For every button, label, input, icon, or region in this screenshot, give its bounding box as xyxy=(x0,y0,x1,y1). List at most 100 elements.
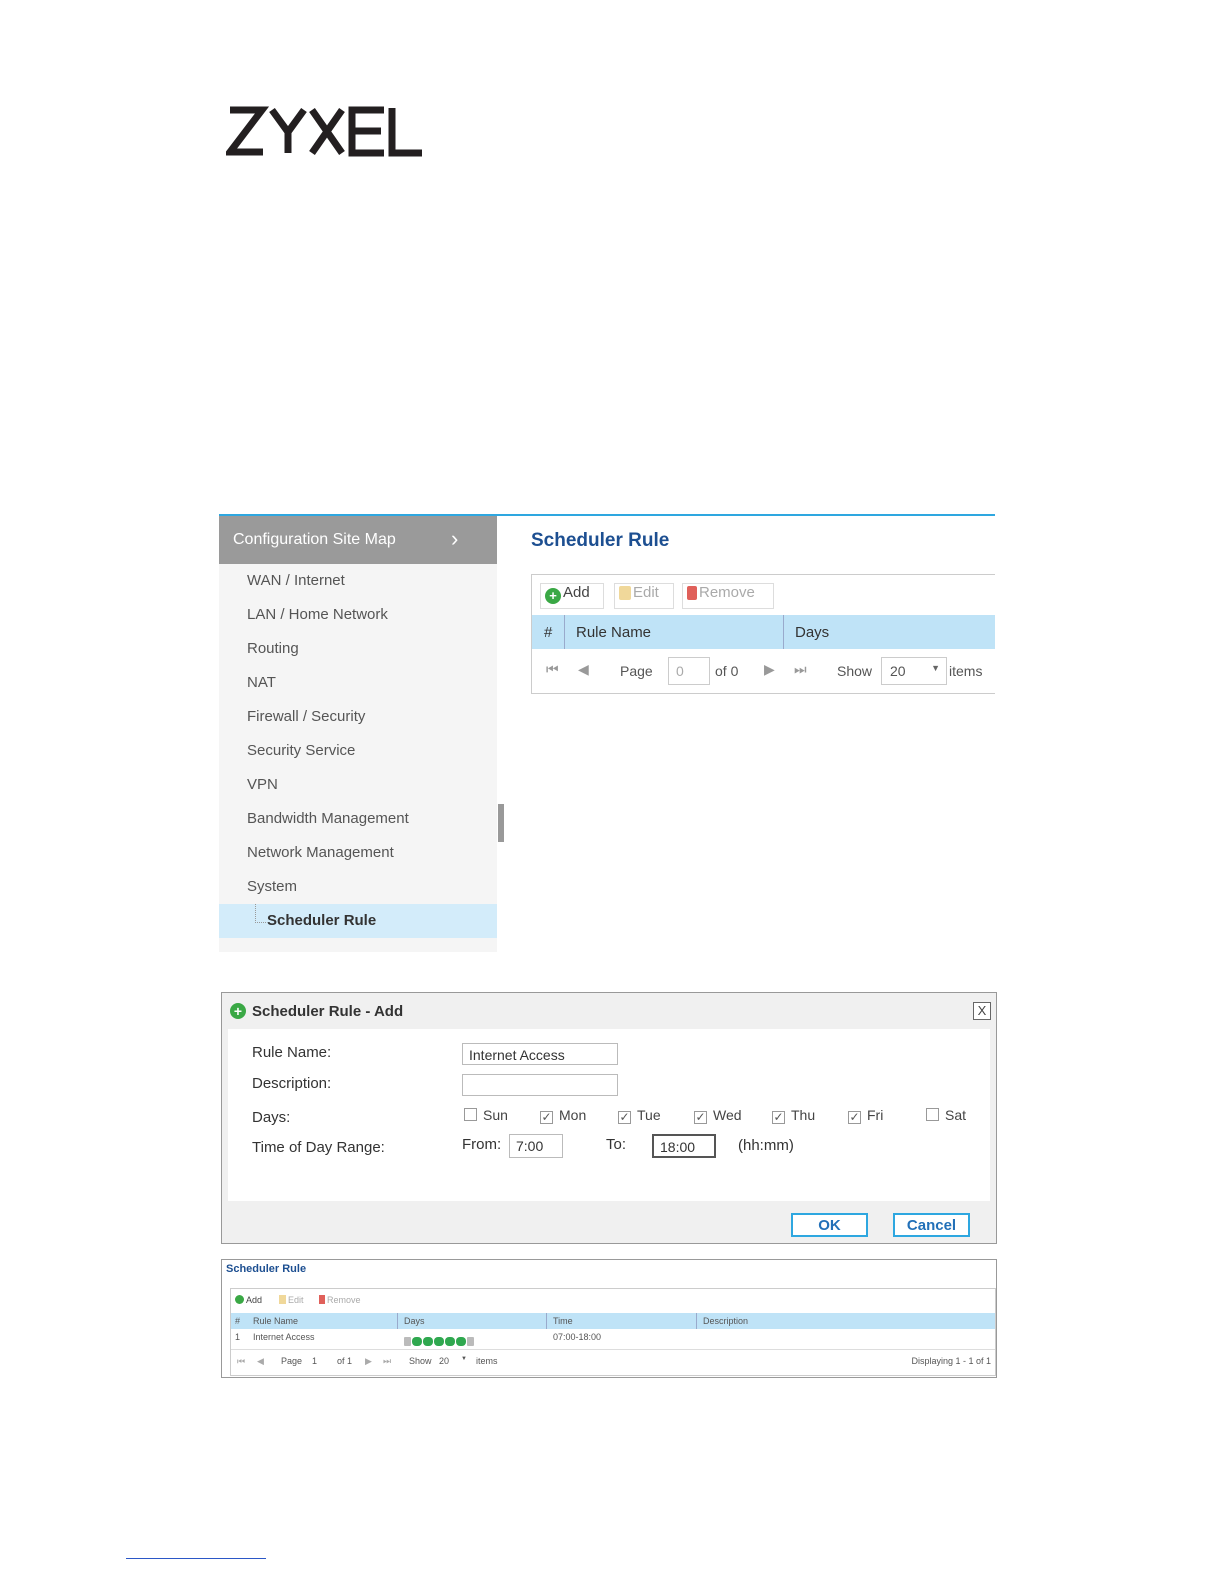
site-map-sidebar: Configuration Site Map › WAN / Internet … xyxy=(219,516,497,952)
day-checkbox-mon[interactable]: ✓ Mon xyxy=(540,1107,586,1124)
close-icon[interactable]: X xyxy=(973,1002,991,1020)
pager: ⏮ ◀ Page 0 of 0 ▶ ⏭ Show 20 ▼ items xyxy=(532,651,995,691)
edit-button[interactable]: Edit xyxy=(279,1295,304,1305)
day-label: Thu xyxy=(791,1107,816,1123)
remove-button[interactable]: Remove xyxy=(319,1295,361,1305)
last-page-icon[interactable]: ⏭ xyxy=(383,1356,391,1367)
edit-button[interactable]: Edit xyxy=(614,583,674,609)
show-label: Show xyxy=(837,663,873,679)
edit-label: Edit xyxy=(288,1295,304,1305)
column-divider xyxy=(564,615,565,649)
day-checkbox-tue[interactable]: ✓ Tue xyxy=(618,1107,661,1124)
first-page-icon[interactable]: ⏮ xyxy=(237,1356,245,1367)
items-label: items xyxy=(476,1356,498,1366)
add-button[interactable]: + Add xyxy=(540,583,604,609)
day-label: Tue xyxy=(637,1107,661,1123)
dialog-title: Scheduler Rule - Add xyxy=(252,1003,404,1020)
checkbox-checked[interactable]: ✓ xyxy=(540,1111,553,1124)
day-pill-mon xyxy=(412,1337,422,1346)
nav-item-nat[interactable]: NAT xyxy=(247,674,276,691)
first-page-icon[interactable]: ⏮ xyxy=(546,661,559,678)
zyxel-logo xyxy=(226,106,422,157)
items-label: items xyxy=(949,663,983,679)
nav-item-system[interactable]: System xyxy=(247,878,297,895)
to-label: To: xyxy=(606,1136,627,1153)
remove-label: Remove xyxy=(699,584,755,601)
nav-item-security-service[interactable]: Security Service xyxy=(247,742,355,759)
to-time-input[interactable]: 18:00 xyxy=(652,1134,716,1158)
day-label: Wed xyxy=(713,1107,742,1123)
result-table: Add Edit Remove # Rule Name Days Time De… xyxy=(230,1288,996,1376)
next-page-icon[interactable]: ▶ xyxy=(365,1356,372,1367)
day-checkbox-thu[interactable]: ✓ Thu xyxy=(772,1107,815,1124)
col-days[interactable]: Days xyxy=(404,1316,425,1326)
checkbox-checked[interactable]: ✓ xyxy=(772,1111,785,1124)
add-label: Add xyxy=(246,1295,263,1305)
col-rule-name[interactable]: Rule Name xyxy=(253,1316,298,1326)
checkbox-checked[interactable]: ✓ xyxy=(618,1111,631,1124)
nav-item-wan[interactable]: WAN / Internet xyxy=(247,572,345,589)
chevron-down-icon: ▼ xyxy=(931,663,940,673)
page-input[interactable]: 0 xyxy=(668,657,710,685)
page-label: Page xyxy=(281,1356,303,1366)
page-size-select[interactable]: 20 ▼ xyxy=(881,657,947,685)
table-header: # Rule Name Days Time Description xyxy=(231,1313,995,1329)
col-description[interactable]: Description xyxy=(703,1316,748,1326)
nav-item-routing[interactable]: Routing xyxy=(247,640,299,657)
prev-page-icon[interactable]: ◀ xyxy=(578,661,589,678)
page-size-select[interactable]: 20 xyxy=(439,1356,449,1366)
last-page-icon[interactable]: ⏭ xyxy=(794,661,807,678)
nav-item-lan[interactable]: LAN / Home Network xyxy=(247,606,388,623)
page-size-value: 20 xyxy=(890,663,906,679)
next-page-icon[interactable]: ▶ xyxy=(764,661,775,678)
link-underline[interactable] xyxy=(126,1558,266,1559)
show-label: Show xyxy=(409,1356,432,1366)
chevron-down-icon[interactable]: ▼ xyxy=(461,1356,467,1362)
page-value: 0 xyxy=(676,663,684,679)
nav-item-vpn[interactable]: VPN xyxy=(247,776,278,793)
description-input[interactable] xyxy=(462,1074,618,1096)
sidebar-collapse-handle[interactable] xyxy=(498,804,504,842)
nav-item-bandwidth[interactable]: Bandwidth Management xyxy=(247,810,409,827)
col-time[interactable]: Time xyxy=(553,1316,573,1326)
chevron-right-icon[interactable]: › xyxy=(451,526,458,552)
add-button[interactable]: Add xyxy=(235,1295,262,1305)
site-map-header[interactable]: Configuration Site Map › xyxy=(219,516,497,564)
col-num: # xyxy=(235,1316,241,1326)
page-count: of 1 xyxy=(337,1356,353,1366)
result-screenshot: Scheduler Rule Add Edit Remove # Rule Na… xyxy=(221,1259,997,1378)
page-input[interactable]: 1 xyxy=(312,1356,317,1366)
nav-item-scheduler-rule[interactable]: Scheduler Rule xyxy=(219,904,497,938)
col-days[interactable]: Days xyxy=(795,624,829,641)
day-checkbox-sun[interactable]: Sun xyxy=(464,1107,508,1123)
nav-item-network-management[interactable]: Network Management xyxy=(247,844,394,861)
table-header: # Rule Name Days xyxy=(532,615,995,649)
time-format-hint: (hh:mm) xyxy=(738,1137,794,1154)
table-row[interactable]: 1 Internet Access 07:00-18:00 xyxy=(231,1330,995,1346)
add-icon: + xyxy=(545,588,561,604)
trash-icon xyxy=(319,1295,325,1304)
page-label: Page xyxy=(620,663,653,679)
description-label: Description: xyxy=(252,1075,332,1092)
days-label: Days: xyxy=(252,1109,291,1126)
remove-button[interactable]: Remove xyxy=(682,583,774,609)
rule-name-input[interactable]: Internet Access xyxy=(462,1043,618,1065)
checkbox-checked[interactable]: ✓ xyxy=(694,1111,707,1124)
day-label: Fri xyxy=(867,1107,884,1123)
prev-page-icon[interactable]: ◀ xyxy=(257,1356,264,1367)
checkbox[interactable] xyxy=(926,1108,939,1121)
day-label: Sat xyxy=(945,1107,967,1123)
nav-item-firewall[interactable]: Firewall / Security xyxy=(247,708,365,725)
day-checkbox-sat[interactable]: Sat xyxy=(926,1107,966,1123)
remove-label: Remove xyxy=(327,1295,361,1305)
day-checkbox-wed[interactable]: ✓ Wed xyxy=(694,1107,742,1124)
ok-button[interactable]: OK xyxy=(791,1213,868,1237)
col-rule-name[interactable]: Rule Name xyxy=(576,624,651,641)
trash-icon xyxy=(687,586,697,600)
checkbox-checked[interactable]: ✓ xyxy=(848,1111,861,1124)
day-checkbox-fri[interactable]: ✓ Fri xyxy=(848,1107,883,1124)
checkbox[interactable] xyxy=(464,1108,477,1121)
from-time-input[interactable]: 7:00 xyxy=(509,1134,563,1158)
cancel-button[interactable]: Cancel xyxy=(893,1213,970,1237)
day-pill-thu xyxy=(445,1337,455,1346)
